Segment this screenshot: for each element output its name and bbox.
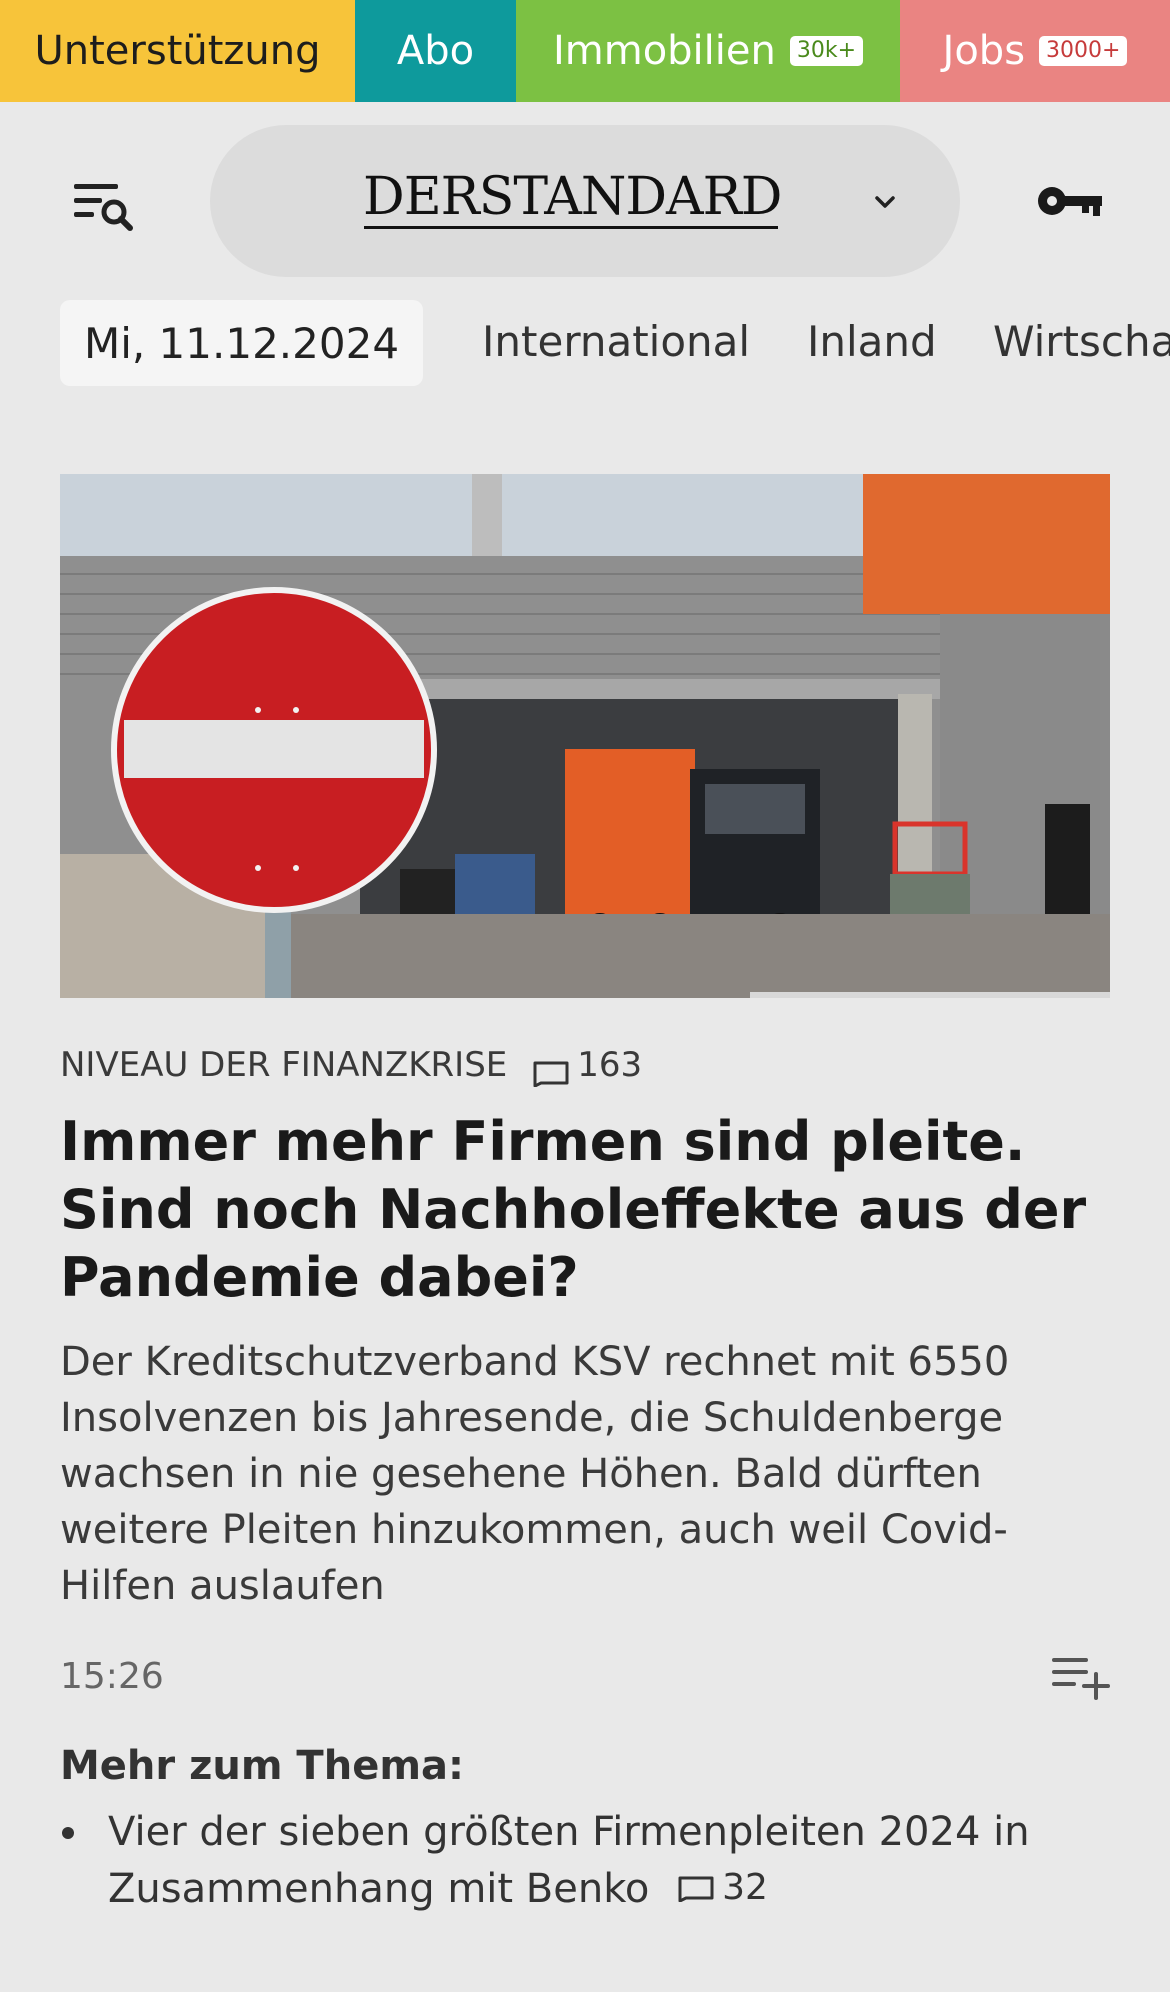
support-tab[interactable]: Unterstützung	[0, 0, 355, 102]
abo-tab[interactable]: Abo	[355, 0, 516, 102]
brand-underline	[364, 226, 778, 229]
brand-switcher[interactable]: DERSTANDARD	[210, 125, 960, 277]
immobilien-tab-label: Immobilien	[552, 28, 776, 74]
key-icon[interactable]	[1036, 178, 1106, 224]
article-teaser[interactable]: Der Kreditschutzverband KSV rechnet mit …	[60, 1334, 1120, 1614]
add-to-list-icon[interactable]	[1050, 1652, 1112, 1702]
immobilien-tab[interactable]: Immobilien 30k+	[516, 0, 900, 102]
article-timestamp: 15:26	[60, 1656, 164, 1697]
support-tab-label: Unterstützung	[34, 28, 321, 74]
chevron-down-icon	[870, 187, 900, 217]
immobilien-count-badge: 30k+	[789, 36, 864, 66]
date-chip[interactable]: Mi, 11.12.2024	[60, 300, 423, 386]
related-topic-comment-count: 32	[722, 1867, 768, 1908]
related-topic-item[interactable]: Vier der sieben größten Firmenpleiten 20…	[60, 1804, 1120, 1917]
top-navigation-bar: Unterstützung Abo Immobilien 30k+ Jobs 3…	[0, 0, 1170, 102]
related-topics-list: Vier der sieben größten Firmenpleiten 20…	[60, 1804, 1120, 1917]
comment-icon	[678, 1876, 714, 1902]
menu-search-icon[interactable]	[70, 178, 140, 238]
brand-logo: DERSTANDARD	[363, 167, 782, 227]
bullet	[62, 1827, 74, 1839]
article-hero-image[interactable]	[60, 474, 1110, 998]
nav-item-wirtschaft[interactable]: Wirtscha	[993, 310, 1170, 374]
related-topic-comments[interactable]: 32	[676, 1860, 768, 1916]
nav-item-international[interactable]: International	[482, 310, 750, 374]
nav-item-inland[interactable]: Inland	[807, 310, 937, 374]
jobs-tab-label: Jobs	[942, 28, 1026, 74]
abo-tab-label: Abo	[396, 28, 475, 74]
comment-count[interactable]: 163	[577, 1040, 642, 1090]
article-kicker-label: NIVEAU DER FINANZKRISE	[60, 1045, 508, 1085]
related-topic-title: Vier der sieben größten Firmenpleiten 20…	[108, 1809, 1030, 1912]
article-kicker: NIVEAU DER FINANZKRISE 163	[60, 1040, 642, 1090]
article-headline[interactable]: Immer mehr Firmen sind pleite. Sind noch…	[60, 1108, 1120, 1312]
jobs-count-badge: 3000+	[1039, 36, 1128, 66]
comment-icon	[531, 1051, 571, 1088]
related-topics-heading: Mehr zum Thema:	[60, 1743, 464, 1789]
jobs-tab[interactable]: Jobs 3000+	[900, 0, 1170, 102]
